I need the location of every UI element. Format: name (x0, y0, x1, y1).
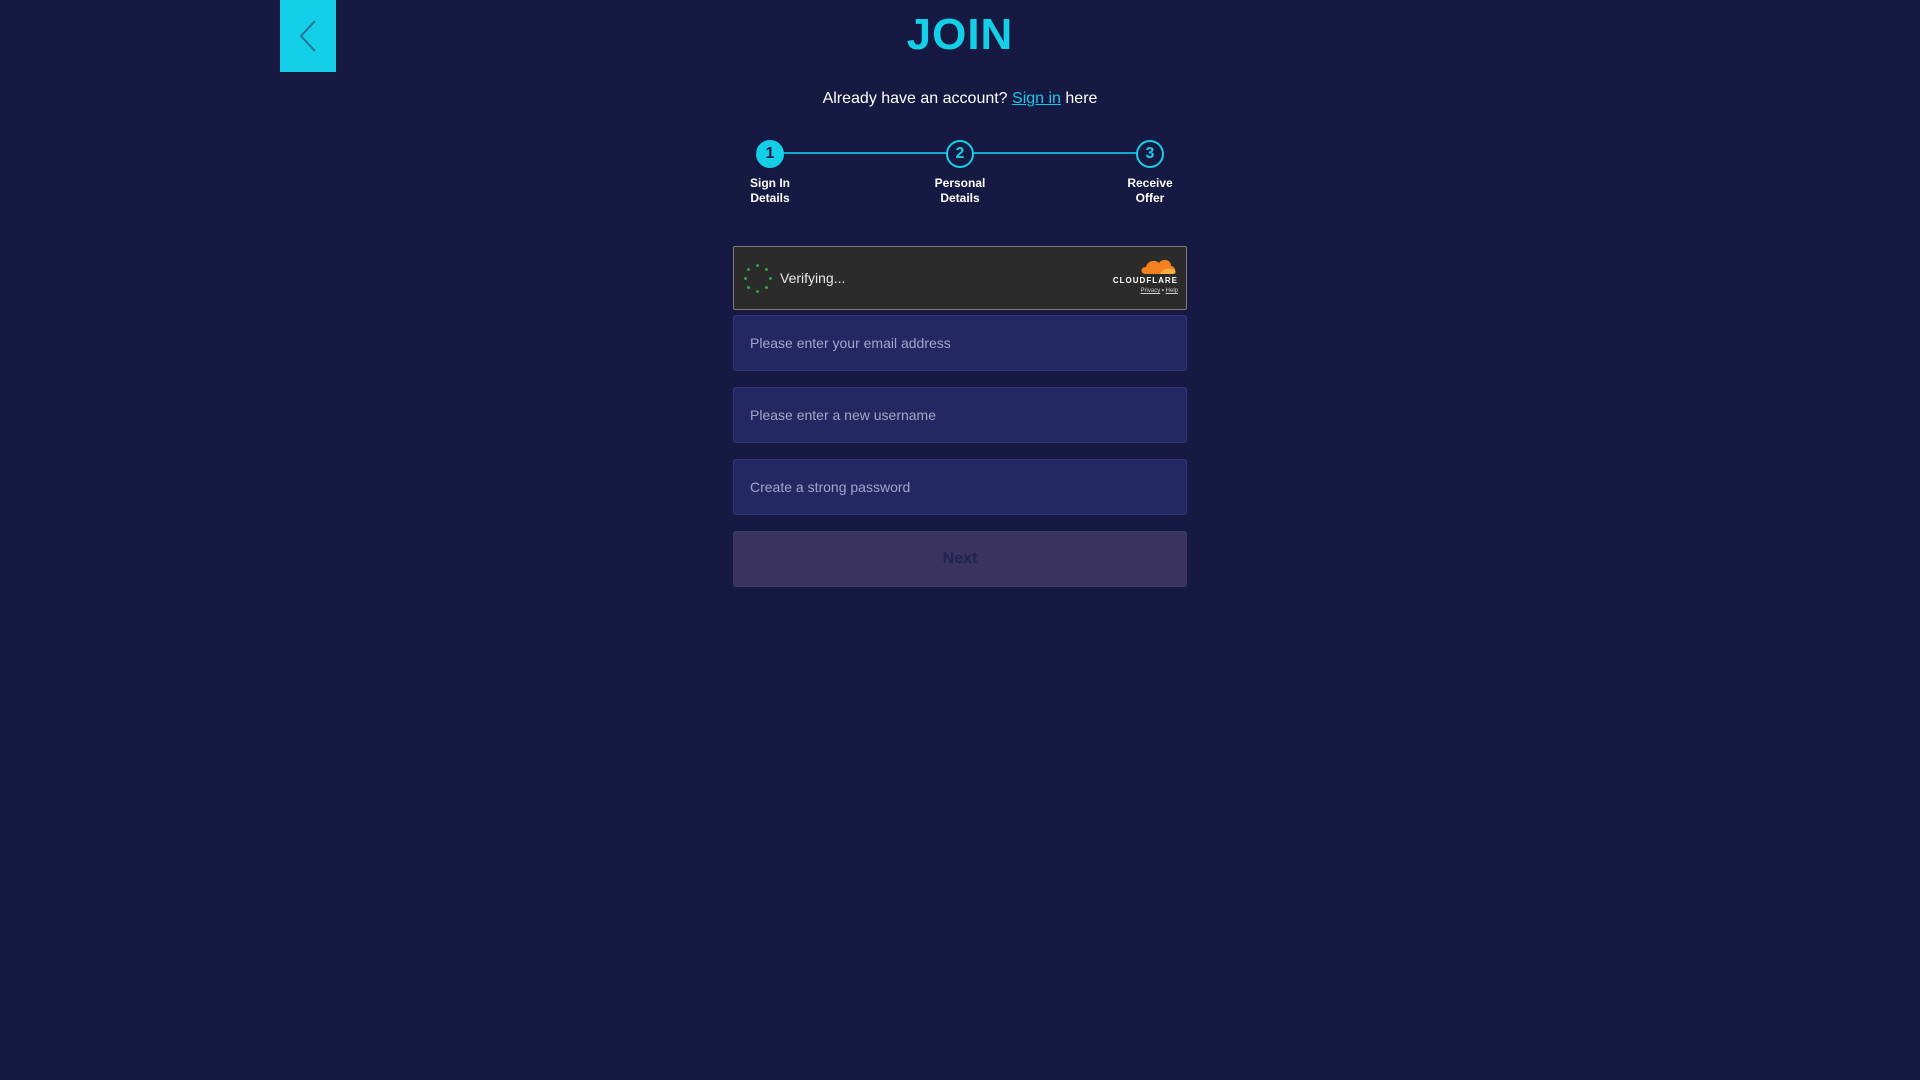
step-number: 1 (756, 140, 784, 168)
step-label: Receive Offer (1127, 176, 1173, 205)
page-title: JOIN (906, 10, 1014, 59)
link-separator: • (1161, 288, 1164, 294)
step-number: 3 (1136, 140, 1164, 168)
step-personal-details: 2 Personal Details (920, 136, 1000, 206)
progress-stepper: 1 Sign In Details 2 Personal Details 3 R… (730, 136, 1190, 216)
join-page: JOIN Already have an account? Sign in he… (0, 0, 1920, 1080)
captcha-links: Privacy • Help (1098, 288, 1178, 294)
step-sign-in-details: 1 Sign In Details (730, 136, 810, 206)
step-number: 2 (946, 140, 974, 168)
cloudflare-captcha-widget[interactable]: Verifying... CLOUDFLARE Privacy • Help (733, 246, 1187, 310)
loading-spinner-icon (744, 264, 772, 293)
signin-prompt: Already have an account? Sign in here (0, 90, 1920, 108)
username-input[interactable] (733, 387, 1187, 443)
cloudflare-logo-text: CLOUDFLARE (1112, 276, 1178, 285)
privacy-link[interactable]: Privacy (1141, 288, 1161, 294)
signin-prefix: Already have an account? (822, 90, 1008, 107)
password-input[interactable] (733, 459, 1187, 515)
step-receive-offer: 3 Receive Offer (1110, 136, 1190, 206)
signin-suffix: here (1065, 90, 1098, 107)
cloudflare-cloud-icon (1141, 259, 1176, 274)
step-label: Personal Details (934, 176, 986, 205)
signup-form: Verifying... CLOUDFLARE Privacy • Help N… (733, 246, 1187, 587)
next-button[interactable]: Next (733, 531, 1187, 587)
step-label: Sign In Details (750, 176, 790, 205)
help-link[interactable]: Help (1166, 288, 1178, 294)
cloudflare-branding: CLOUDFLARE Privacy • Help (1098, 257, 1178, 294)
captcha-status: Verifying... (780, 270, 846, 286)
signin-link[interactable]: Sign in (1012, 90, 1061, 107)
email-input[interactable] (733, 315, 1187, 371)
